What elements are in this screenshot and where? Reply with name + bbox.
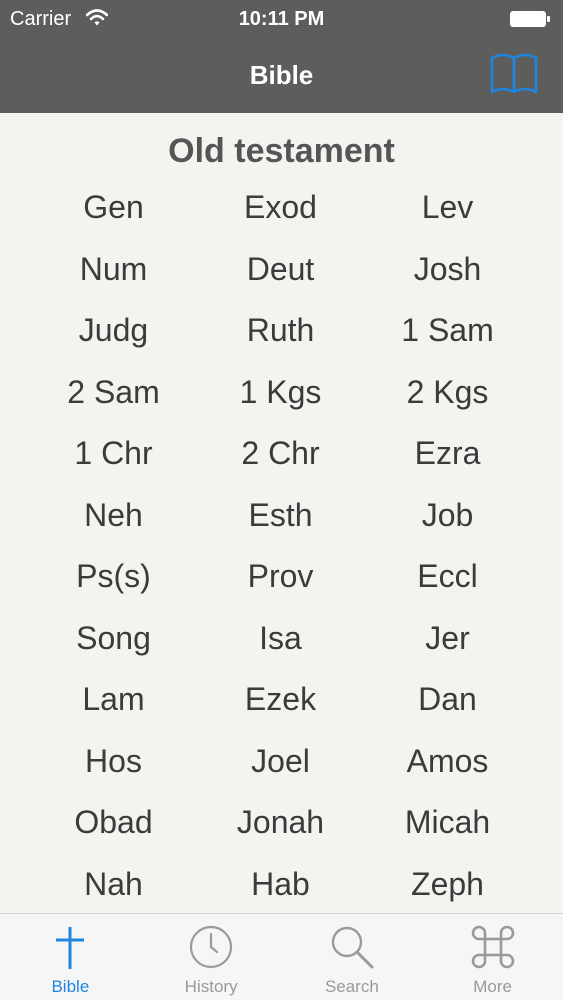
status-bar: Carrier 10:11 PM — [0, 0, 563, 40]
book-item[interactable]: Prov — [197, 554, 364, 616]
cross-icon — [56, 927, 85, 969]
book-item[interactable]: 2 Kgs — [364, 370, 531, 432]
tab-label: Search — [324, 977, 379, 996]
book-item[interactable]: Ezek — [197, 677, 364, 739]
book-item[interactable]: Exod — [197, 185, 364, 247]
book-item[interactable]: Ruth — [197, 308, 364, 370]
navigation-header: Carrier 10:11 PM Bible — [0, 0, 563, 113]
book-item[interactable]: Neh — [30, 493, 197, 555]
book-item[interactable]: Judg — [30, 308, 197, 370]
status-time: 10:11 PM — [238, 8, 325, 30]
book-item[interactable]: 2 Chr — [197, 431, 364, 493]
book-item[interactable]: Isa — [197, 616, 364, 678]
book-item[interactable]: Joel — [197, 739, 364, 801]
clock-icon — [190, 925, 233, 969]
command-icon — [471, 925, 514, 969]
tab-label: More — [473, 977, 512, 996]
book-item[interactable]: 1 Chr — [30, 431, 197, 493]
tab-label: Bible — [51, 977, 90, 996]
book-item[interactable]: Eccl — [364, 554, 531, 616]
book-item[interactable]: Ezra — [364, 431, 531, 493]
book-item[interactable]: Deut — [197, 247, 364, 309]
book-item[interactable]: Esth — [197, 493, 364, 555]
books-grid: Gen Exod Lev Num Deut Josh Judg Ruth 1 S… — [30, 185, 533, 913]
book-item[interactable]: Zeph — [364, 862, 531, 914]
tab-history[interactable]: History — [141, 914, 282, 1000]
battery-icon — [510, 11, 550, 27]
book-item[interactable]: 1 Kgs — [197, 370, 364, 432]
book-item[interactable]: Dan — [364, 677, 531, 739]
book-list-content: Old testament Gen Exod Lev Num Deut Josh… — [0, 113, 563, 913]
book-item[interactable]: Num — [30, 247, 197, 309]
book-item[interactable]: Ps(s) — [30, 554, 197, 616]
book-item[interactable]: Lev — [364, 185, 531, 247]
book-item[interactable]: Micah — [364, 800, 531, 862]
book-item[interactable]: Amos — [364, 739, 531, 801]
section-title: Old testament — [168, 132, 395, 170]
book-item[interactable]: Jonah — [197, 800, 364, 862]
book-item[interactable]: 2 Sam — [30, 370, 197, 432]
book-item[interactable]: Hos — [30, 739, 197, 801]
tab-more[interactable]: More — [422, 914, 563, 1000]
book-item[interactable]: Gen — [30, 185, 197, 247]
book-item[interactable]: 1 Sam — [364, 308, 531, 370]
book-item[interactable]: Song — [30, 616, 197, 678]
tab-label: History — [184, 977, 238, 996]
book-item[interactable]: Nah — [30, 862, 197, 914]
tab-bible[interactable]: Bible — [0, 914, 141, 1000]
magnifier-icon — [331, 926, 374, 969]
book-item[interactable]: Jer — [364, 616, 531, 678]
book-item[interactable]: Hab — [197, 862, 364, 914]
book-item[interactable]: Obad — [30, 800, 197, 862]
tab-bar: Bible History Search More — [0, 913, 563, 1000]
book-item[interactable]: Lam — [30, 677, 197, 739]
book-item[interactable]: Job — [364, 493, 531, 555]
page-title: Bible — [249, 60, 314, 90]
tab-search[interactable]: Search — [282, 914, 423, 1000]
book-item[interactable]: Josh — [364, 247, 531, 309]
book-icon[interactable] — [489, 50, 539, 96]
